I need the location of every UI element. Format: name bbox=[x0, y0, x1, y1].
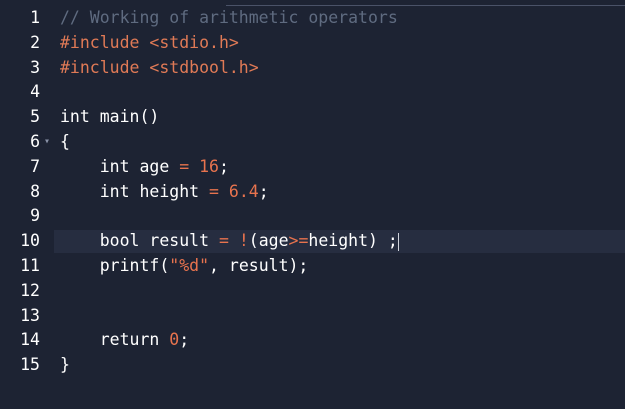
code-line[interactable]: 7 int age = 16; bbox=[0, 155, 625, 180]
line-number: 8 bbox=[30, 181, 40, 201]
code-text[interactable]: // Working of arithmetic operators bbox=[60, 6, 398, 31]
code-token: bool bbox=[99, 231, 140, 251]
code-token: <stdio.h> bbox=[149, 32, 239, 52]
code-text[interactable]: #include <stdbool.h> bbox=[60, 56, 259, 81]
line-number: 4 bbox=[30, 82, 40, 102]
code-token: height bbox=[129, 181, 210, 201]
code-line[interactable]: 10 bool result = !(age>=height) ; bbox=[0, 229, 625, 254]
code-token: ; bbox=[258, 181, 269, 201]
code-text[interactable]: int height = 6.4; bbox=[60, 180, 269, 205]
code-line[interactable]: 2 #include <stdio.h> bbox=[0, 31, 625, 56]
code-text[interactable]: { bbox=[60, 130, 70, 155]
code-token: result bbox=[139, 231, 219, 251]
code-token: { bbox=[60, 131, 70, 151]
code-text[interactable]: bool result = !(age>=height) ; bbox=[60, 229, 399, 254]
code-line[interactable]: 5 int main() bbox=[0, 105, 625, 130]
code-token: = bbox=[179, 156, 190, 176]
code-token: return bbox=[99, 330, 160, 350]
line-number: 6 bbox=[30, 131, 40, 151]
code-line[interactable]: 14 return 0; bbox=[0, 328, 625, 353]
code-token: age bbox=[129, 156, 180, 176]
code-token: >= bbox=[288, 231, 309, 251]
code-token: (age bbox=[248, 231, 289, 251]
code-line[interactable]: 11 printf("%d", result); bbox=[0, 254, 625, 279]
line-number: 10 bbox=[20, 231, 40, 251]
code-line[interactable]: 8 int height = 6.4; bbox=[0, 180, 625, 205]
line-number: 7 bbox=[30, 156, 40, 176]
line-number: 3 bbox=[30, 57, 40, 77]
code-line[interactable]: 1 // Working of arithmetic operators bbox=[0, 6, 625, 31]
code-lines[interactable]: 1 // Working of arithmetic operators 2 #inc… bbox=[0, 6, 625, 378]
code-token: "%d" bbox=[169, 255, 210, 275]
code-token: ! bbox=[238, 231, 249, 251]
line-number: 12 bbox=[20, 280, 40, 300]
code-line[interactable]: 3 #include <stdbool.h> bbox=[0, 56, 625, 81]
line-number: 14 bbox=[20, 330, 40, 350]
code-token: 16 bbox=[199, 156, 219, 176]
text-cursor bbox=[397, 232, 399, 251]
code-token: int bbox=[60, 107, 90, 127]
line-number: 5 bbox=[30, 107, 40, 127]
code-line[interactable]: 15} bbox=[0, 353, 625, 378]
code-token: height) ; bbox=[308, 231, 398, 251]
code-token: = bbox=[209, 181, 219, 201]
code-token: 6.4 bbox=[228, 181, 259, 201]
code-line[interactable]: 4 bbox=[0, 80, 625, 105]
code-token: // Working of arithmetic operators bbox=[60, 8, 398, 27]
line-number: 15 bbox=[20, 355, 40, 375]
line-number: 13 bbox=[20, 305, 40, 325]
code-text[interactable]: #include <stdio.h> bbox=[60, 31, 239, 56]
code-text[interactable]: printf("%d", result); bbox=[60, 254, 309, 279]
fold-arrow-icon[interactable]: ▾ bbox=[44, 130, 50, 155]
line-number: 9 bbox=[30, 206, 40, 226]
code-text[interactable]: return 0; bbox=[60, 328, 189, 353]
code-token: main() bbox=[89, 107, 160, 127]
code-token: #include bbox=[60, 57, 150, 77]
code-token: 0 bbox=[169, 330, 180, 350]
code-text[interactable]: int main() bbox=[60, 105, 159, 130]
code-token: , result); bbox=[209, 255, 309, 275]
code-line[interactable]: 6 ▾ { bbox=[0, 130, 625, 155]
code-line[interactable]: 12 bbox=[0, 279, 625, 304]
code-token: printf( bbox=[60, 255, 170, 275]
line-number: 2 bbox=[30, 32, 40, 52]
code-text[interactable]: } bbox=[60, 353, 70, 378]
code-token: #include bbox=[60, 32, 150, 52]
code-token: ; bbox=[179, 330, 190, 350]
code-editor[interactable]: 1 // Working of arithmetic operators 2 #inc… bbox=[0, 0, 625, 409]
code-token: <stdbool.h> bbox=[149, 57, 259, 77]
line-number: 11 bbox=[20, 255, 40, 275]
code-token: int bbox=[99, 156, 130, 176]
line-number: 1 bbox=[30, 8, 40, 27]
code-token: int bbox=[99, 181, 130, 201]
code-token: } bbox=[60, 355, 70, 375]
code-token: ; bbox=[218, 156, 229, 176]
code-token: = bbox=[218, 231, 229, 251]
code-text[interactable]: int age = 16; bbox=[60, 155, 229, 180]
code-line[interactable]: 13 bbox=[0, 304, 625, 329]
code-line[interactable]: 9 bbox=[0, 204, 625, 229]
